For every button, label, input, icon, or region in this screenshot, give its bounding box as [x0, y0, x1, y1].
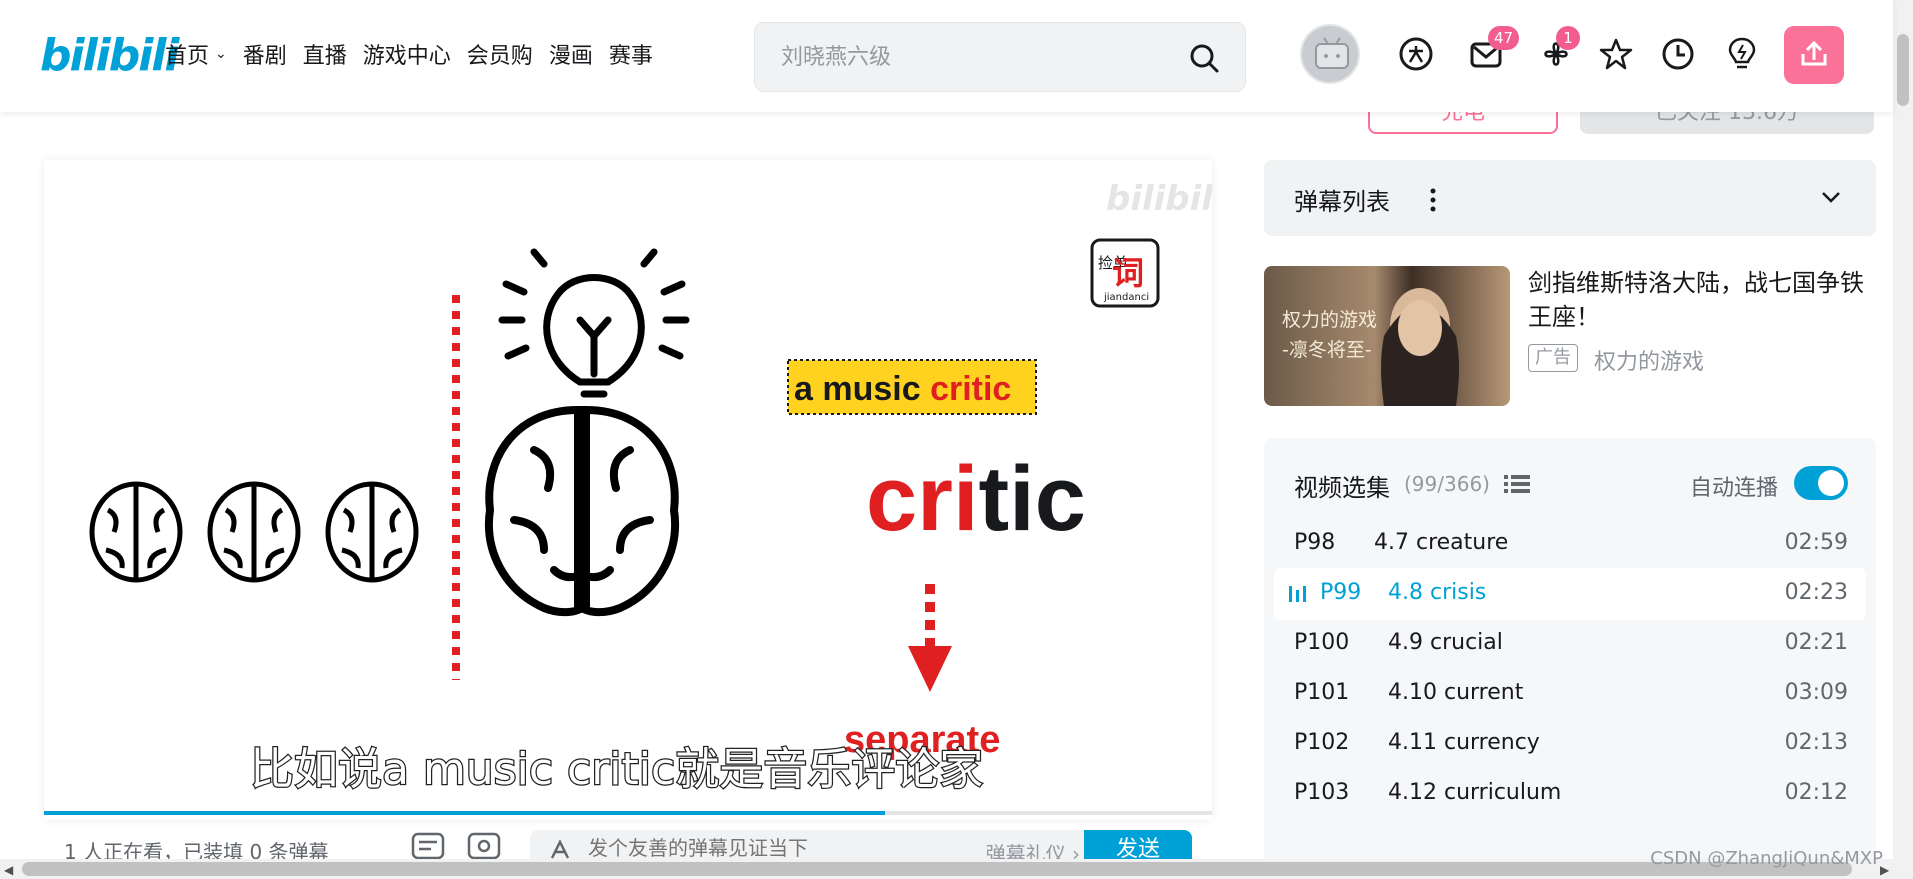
- ad-card[interactable]: 权力的游戏 -凛冬将至- 剑指维斯特洛大陆，战七国争铁王座！ 广告 权力的游戏: [1264, 266, 1876, 408]
- episode-duration: 02:13: [1784, 730, 1848, 755]
- episode-item[interactable]: P100 4.9 crucial 02:21: [1274, 618, 1866, 670]
- nav-member-shop[interactable]: 会员购: [467, 38, 533, 70]
- scroll-left-icon[interactable]: ◀: [4, 863, 13, 877]
- ad-image-text-2: -凛冬将至-: [1282, 339, 1372, 361]
- jiandanci-badge: 捡单 词 jiandanci: [1090, 238, 1160, 308]
- search-box: [754, 22, 1246, 92]
- avatar[interactable]: [1300, 24, 1360, 84]
- episode-duration: 02:21: [1784, 630, 1848, 655]
- episode-title: 4.10 current: [1388, 680, 1524, 705]
- playing-icon: [1289, 586, 1306, 602]
- episode-item[interactable]: P98 4.7 creature 02:59: [1274, 518, 1866, 570]
- ad-brand[interactable]: 权力的游戏: [1594, 344, 1704, 376]
- badge-sub: jiandanci: [1103, 292, 1149, 303]
- list-view-icon[interactable]: [1504, 474, 1530, 494]
- episode-title: 4.7 creature: [1374, 530, 1509, 555]
- small-brain-icon: [89, 481, 183, 583]
- vertical-scrollbar[interactable]: [1893, 0, 1913, 859]
- autoplay-label: 自动连播: [1690, 476, 1779, 501]
- brain-icons: [89, 481, 419, 583]
- ad-image-text-1: 权力的游戏: [1282, 309, 1377, 331]
- episode-title: 4.9 crucial: [1388, 630, 1503, 655]
- danmu-list-panel[interactable]: 弹幕列表: [1264, 160, 1876, 236]
- big-member-icon[interactable]: [1398, 36, 1434, 72]
- nav-home-label: 首页: [165, 44, 210, 69]
- episode-title: 4.8 crisis: [1388, 580, 1487, 605]
- small-brain-icon: [325, 481, 419, 583]
- big-word-red: cri: [866, 448, 979, 550]
- episode-item[interactable]: P101 4.10 current 03:09: [1274, 668, 1866, 720]
- small-brain-icon: [207, 481, 301, 583]
- danmu-bar: 1 人正在看，已装填 0 条弹幕 弹幕礼仪 › 发送: [44, 822, 1212, 870]
- upload-icon: [1801, 40, 1827, 66]
- message-badge: 47: [1488, 26, 1520, 50]
- chevron-down-icon[interactable]: [1820, 188, 1842, 206]
- ad-image[interactable]: 权力的游戏 -凛冬将至-: [1264, 266, 1510, 406]
- video-frame: bilibili 捡单 词 jiandanci: [89, 179, 1212, 796]
- nav-anime[interactable]: 番剧: [243, 38, 287, 70]
- search-icon[interactable]: [1187, 41, 1221, 75]
- corner-logo: bilibili: [1106, 179, 1212, 219]
- top-header: bilibili 首页 ⌄ 番剧 直播 游戏中心 会员购 漫画 赛事 刘晓燕六级…: [0, 0, 1893, 112]
- nav-live[interactable]: 直播: [303, 38, 347, 70]
- upload-button[interactable]: [1784, 26, 1844, 84]
- chevron-down-icon: ⌄: [215, 46, 227, 62]
- phrase-text: a music critic: [794, 370, 1011, 408]
- nav-game-center[interactable]: 游戏中心: [363, 38, 451, 70]
- nav-esports[interactable]: 赛事: [609, 38, 653, 70]
- collection-count: (99/366): [1404, 472, 1490, 496]
- autoplay-toggle[interactable]: [1794, 466, 1848, 500]
- episode-title: 4.12 curriculum: [1388, 780, 1562, 805]
- episode-duration: 02:12: [1784, 780, 1848, 805]
- video-player[interactable]: bilibili 捡单 词 jiandanci: [44, 160, 1212, 820]
- arrow-down-icon: [908, 646, 952, 692]
- episode-duration: 02:23: [1784, 580, 1848, 605]
- dynamic-badge: 1: [1556, 26, 1580, 50]
- ad-tag: 广告: [1528, 344, 1578, 372]
- danmu-list-title: 弹幕列表: [1294, 188, 1390, 216]
- phrase-prefix: a music: [794, 370, 930, 408]
- danmu-input[interactable]: [588, 836, 948, 860]
- lightbulb-icon: [498, 248, 690, 398]
- phrase-highlight: critic: [930, 370, 1011, 408]
- big-brain-icon: [485, 405, 679, 617]
- episode-item[interactable]: P102 4.11 currency 02:13: [1274, 718, 1866, 770]
- nav-manga[interactable]: 漫画: [549, 38, 593, 70]
- episode-number: P101: [1294, 680, 1350, 705]
- episode-number: P100: [1294, 630, 1350, 655]
- search-input[interactable]: [781, 39, 1181, 75]
- csdn-watermark: CSDN @ZhangJiQun&MXP: [1650, 848, 1883, 869]
- collection-title: 视频选集: [1294, 474, 1390, 502]
- favorite-icon[interactable]: [1598, 36, 1634, 72]
- bilibili-logo[interactable]: bilibili: [40, 30, 179, 81]
- creation-icon[interactable]: [1724, 36, 1760, 72]
- progress-bar[interactable]: [44, 811, 885, 815]
- horizontal-scroll-thumb[interactable]: [22, 862, 1852, 876]
- ad-title[interactable]: 剑指维斯特洛大陆，战七国争铁王座！: [1528, 266, 1878, 334]
- more-icon[interactable]: [1428, 186, 1438, 214]
- video-subtitle: 比如说a music critic就是音乐评论家: [250, 744, 983, 795]
- episode-number: P102: [1294, 730, 1350, 755]
- episode-number: P103: [1294, 780, 1350, 805]
- big-word-black: tic: [979, 448, 1086, 550]
- episode-item[interactable]: P103 4.12 curriculum 02:12: [1274, 768, 1866, 820]
- big-word: critic: [866, 448, 1086, 550]
- episode-duration: 03:09: [1784, 680, 1848, 705]
- episode-item-active[interactable]: P99 4.8 crisis 02:23: [1274, 568, 1866, 620]
- nav-home[interactable]: 首页 ⌄: [165, 38, 227, 70]
- history-icon[interactable]: [1660, 36, 1696, 72]
- badge-word: 词: [1112, 254, 1144, 292]
- video-collection: 视频选集 (99/366) 自动连播 P98 4.7 creature 02:5…: [1264, 438, 1876, 878]
- episode-number: P98: [1294, 530, 1336, 555]
- main-nav: 首页 ⌄ 番剧 直播 游戏中心 会员购 漫画 赛事: [165, 38, 669, 70]
- episode-duration: 02:59: [1784, 530, 1848, 555]
- episode-title: 4.11 currency: [1388, 730, 1540, 755]
- vertical-scroll-thumb[interactable]: [1897, 34, 1909, 106]
- episode-number: P99: [1320, 580, 1362, 605]
